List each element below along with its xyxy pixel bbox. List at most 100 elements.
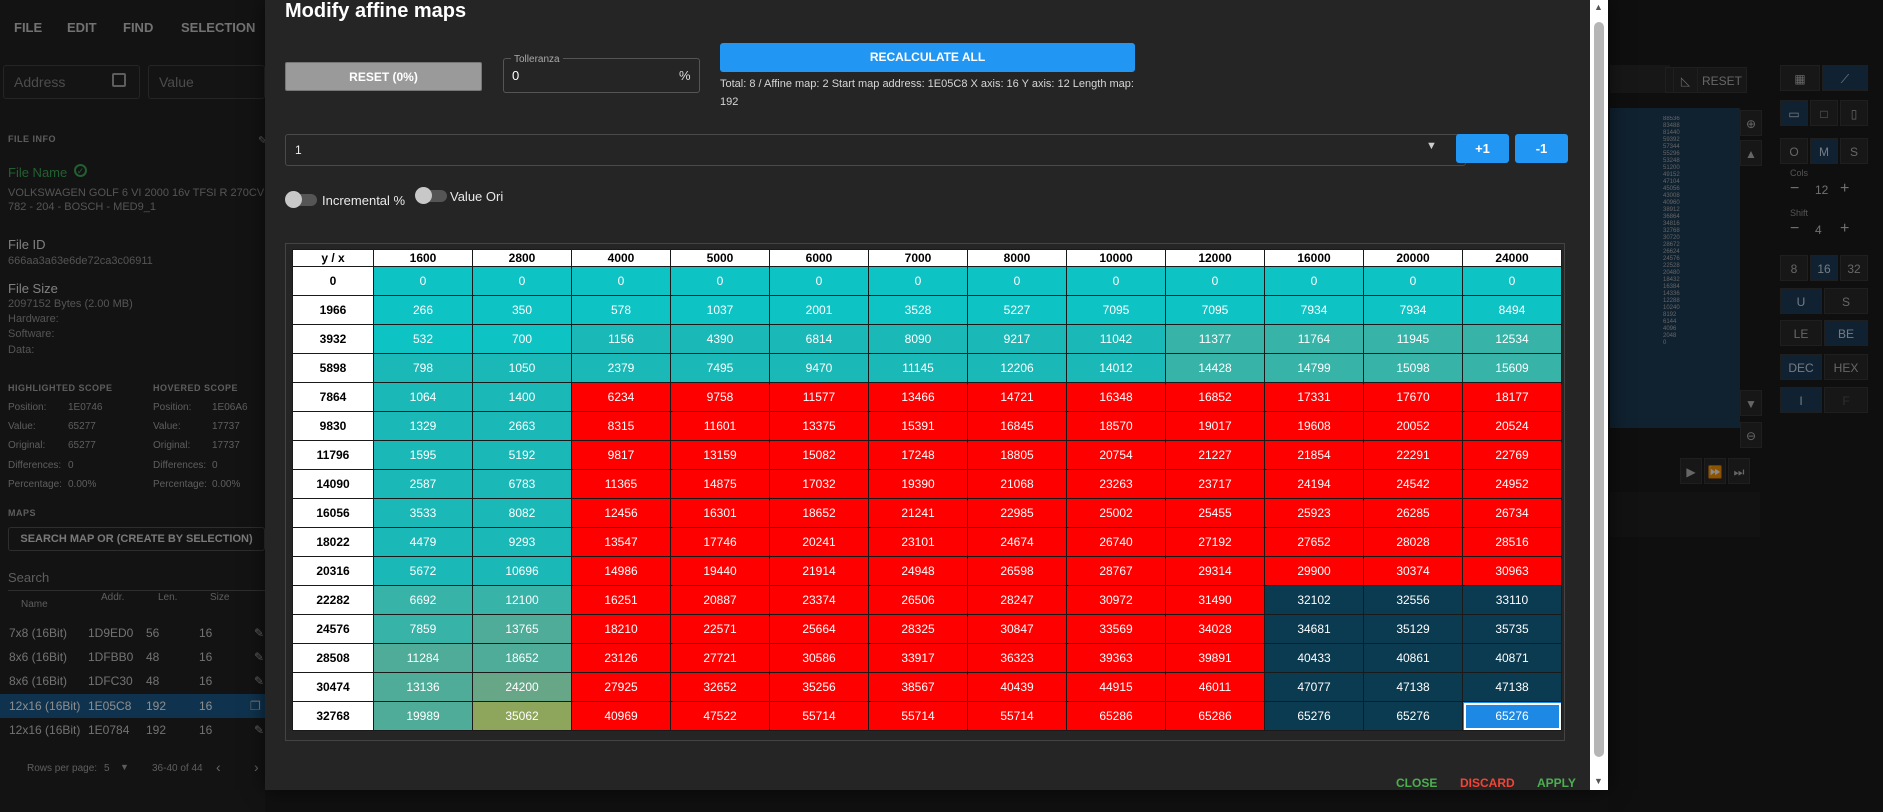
table-cell[interactable]: 15082 [769,440,869,470]
decrement-button[interactable]: -1 [1515,134,1568,163]
table-cell[interactable]: 1595 [373,440,473,470]
table-cell[interactable]: 1156 [571,324,671,354]
table-cell[interactable]: 47077 [1264,672,1364,702]
table-cell[interactable]: 40871 [1462,643,1562,673]
table-cell[interactable]: 19608 [1264,411,1364,441]
table-cell[interactable]: 9217 [967,324,1067,354]
table-cell[interactable]: 20887 [670,585,770,615]
table-cell[interactable]: 0 [670,266,770,296]
table-cell[interactable]: 14721 [967,382,1067,412]
table-cell[interactable]: 30586 [769,643,869,673]
table-cell[interactable]: 30972 [1066,585,1166,615]
table-cell[interactable]: 4479 [373,527,473,557]
table-cell[interactable]: 19017 [1165,411,1265,441]
table-cell[interactable]: 65286 [1066,701,1166,731]
table-cell[interactable]: 7934 [1363,295,1463,325]
table-cell[interactable]: 32102 [1264,585,1364,615]
table-cell[interactable]: 21227 [1165,440,1265,470]
table-cell[interactable]: 0 [373,266,473,296]
table-cell[interactable]: 46011 [1165,672,1265,702]
table-cell[interactable]: 28325 [868,614,968,644]
table-cell[interactable]: 18652 [472,643,572,673]
table-cell[interactable]: 25002 [1066,498,1166,528]
table-cell[interactable]: 40861 [1363,643,1463,673]
table-cell[interactable]: 16348 [1066,382,1166,412]
table-cell[interactable]: 10696 [472,556,572,586]
table-cell[interactable]: 12206 [967,353,1067,383]
table-cell[interactable]: 16845 [967,411,1067,441]
table-cell[interactable]: 30963 [1462,556,1562,586]
table-cell[interactable]: 25455 [1165,498,1265,528]
table-cell[interactable]: 9470 [769,353,869,383]
table-cell[interactable]: 40439 [967,672,1067,702]
table-cell[interactable]: 25923 [1264,498,1364,528]
table-cell[interactable]: 2663 [472,411,572,441]
table-cell[interactable]: 18805 [967,440,1067,470]
table-cell[interactable]: 8494 [1462,295,1562,325]
table-cell[interactable]: 2001 [769,295,869,325]
table-cell[interactable]: 26285 [1363,498,1463,528]
table-cell[interactable]: 17746 [670,527,770,557]
table-cell[interactable]: 17248 [868,440,968,470]
table-cell[interactable]: 5672 [373,556,473,586]
scroll-down-arrow-icon[interactable]: ▼ [1594,776,1603,786]
table-cell[interactable]: 35735 [1462,614,1562,644]
table-cell[interactable]: 47522 [670,701,770,731]
table-cell[interactable]: 28516 [1462,527,1562,557]
table-cell[interactable]: 7095 [1066,295,1166,325]
table-cell[interactable]: 2379 [571,353,671,383]
recalculate-all-button[interactable]: RECALCULATE ALL [720,43,1135,72]
table-cell[interactable]: 12456 [571,498,671,528]
discard-button[interactable]: DISCARD [1460,776,1515,790]
table-cell[interactable]: 33569 [1066,614,1166,644]
table-cell[interactable]: 28028 [1363,527,1463,557]
table-cell[interactable]: 65276 [1363,701,1463,731]
table-cell[interactable]: 8315 [571,411,671,441]
table-cell[interactable]: 6814 [769,324,869,354]
table-cell[interactable]: 29900 [1264,556,1364,586]
table-cell[interactable]: 15609 [1462,353,1562,383]
table-cell[interactable]: 24674 [967,527,1067,557]
table-cell[interactable]: 40969 [571,701,671,731]
table-cell[interactable]: 22571 [670,614,770,644]
table-cell[interactable]: 21068 [967,469,1067,499]
table-cell[interactable]: 0 [769,266,869,296]
table-cell[interactable]: 14012 [1066,353,1166,383]
table-cell[interactable]: 30374 [1363,556,1463,586]
table-cell[interactable]: 32652 [670,672,770,702]
incremental-toggle[interactable] [285,191,317,208]
table-cell[interactable]: 30847 [967,614,1067,644]
table-cell[interactable]: 27192 [1165,527,1265,557]
table-cell[interactable]: 21241 [868,498,968,528]
table-cell[interactable]: 11764 [1264,324,1364,354]
table-cell[interactable]: 13375 [769,411,869,441]
table-cell[interactable]: 13765 [472,614,572,644]
table-cell[interactable]: 24200 [472,672,572,702]
table-cell-selected[interactable]: 65276 [1462,701,1562,731]
table-cell[interactable]: 266 [373,295,473,325]
table-cell[interactable]: 21854 [1264,440,1364,470]
table-cell[interactable]: 40433 [1264,643,1364,673]
table-cell[interactable]: 28767 [1066,556,1166,586]
table-cell[interactable]: 14875 [670,469,770,499]
table-cell[interactable]: 18570 [1066,411,1166,441]
scroll-up-arrow-icon[interactable]: ▲ [1594,2,1603,12]
table-cell[interactable]: 28247 [967,585,1067,615]
table-cell[interactable]: 8082 [472,498,572,528]
table-cell[interactable]: 25664 [769,614,869,644]
table-cell[interactable]: 13136 [373,672,473,702]
table-cell[interactable]: 22291 [1363,440,1463,470]
increment-button[interactable]: +1 [1456,134,1509,163]
table-cell[interactable]: 1064 [373,382,473,412]
table-cell[interactable]: 5192 [472,440,572,470]
table-cell[interactable]: 26598 [967,556,1067,586]
table-cell[interactable]: 11377 [1165,324,1265,354]
table-cell[interactable]: 34028 [1165,614,1265,644]
table-cell[interactable]: 19440 [670,556,770,586]
table-cell[interactable]: 23126 [571,643,671,673]
table-cell[interactable]: 47138 [1363,672,1463,702]
table-cell[interactable]: 22985 [967,498,1067,528]
table-cell[interactable]: 39891 [1165,643,1265,673]
table-cell[interactable]: 0 [1264,266,1364,296]
table-cell[interactable]: 38567 [868,672,968,702]
